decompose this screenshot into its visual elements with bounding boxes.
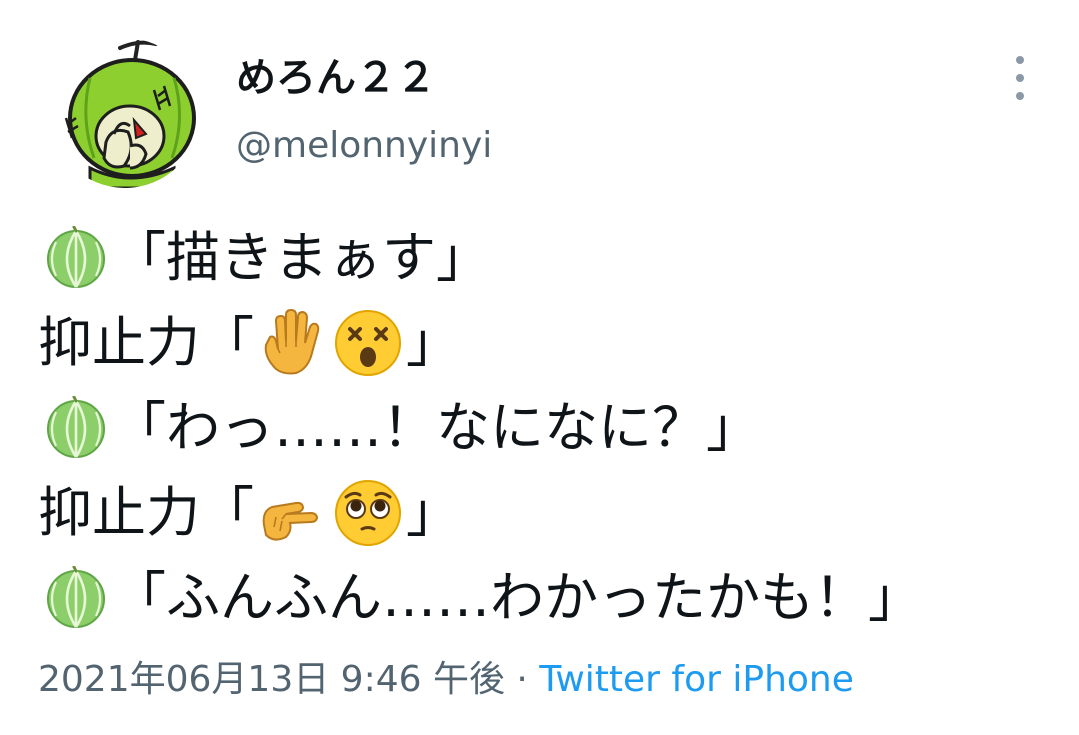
more-options-icon <box>1016 56 1024 64</box>
tweet-line: 「ふんふん……わかったかも！」 <box>38 555 1058 640</box>
melon-emoji-icon <box>44 566 108 630</box>
tweet-line-text: 」 <box>406 310 460 374</box>
more-options-icon-dot <box>1016 74 1024 82</box>
tweet-card: めろん２２ @melonnyinyi 「描きまぁす」 抑止力「 」 「わっ……！… <box>0 0 1079 735</box>
melon-character-avatar-icon <box>64 40 196 188</box>
tweet-timestamp[interactable]: 2021年06月13日 9:46 午後 <box>38 659 505 700</box>
melon-emoji-icon <box>44 226 108 290</box>
tweet-line: 抑止力「 」 <box>38 470 1058 555</box>
tweet-line-text: 「描きまぁす」 <box>112 225 490 289</box>
user-handle[interactable]: @melonnyinyi <box>236 122 492 170</box>
tweet-line-text: 」 <box>406 480 460 544</box>
tweet-line: 抑止力「 」 <box>38 300 1058 385</box>
tweet-meta: 2021年06月13日 9:46 午後 · Twitter for iPhone <box>38 656 854 704</box>
tweet-line-text: 「ふんふん……わかったかも！」 <box>112 565 922 629</box>
tweet-line-text: 「わっ……！なになに？」 <box>112 395 760 459</box>
display-name[interactable]: めろん２２ <box>236 52 436 104</box>
more-options-button[interactable] <box>1000 56 1040 100</box>
tweet-text: 「描きまぁす」 抑止力「 」 「わっ……！なになに？」 抑止力「 」 「ふんふん… <box>38 215 1058 640</box>
melon-emoji-icon <box>44 396 108 460</box>
avatar[interactable] <box>50 38 200 188</box>
tweet-line-text: 抑止力「 <box>38 480 254 544</box>
meta-separator: · <box>504 659 540 700</box>
tweet-line: 「わっ……！なになに？」 <box>38 385 1058 470</box>
source-link[interactable]: Twitter for iPhone <box>539 659 854 700</box>
dizzy-face-emoji-icon <box>335 309 401 376</box>
raised-hand-emoji-icon <box>264 308 320 374</box>
tweet-line-text: 抑止力「 <box>38 310 254 374</box>
more-options-icon-dot <box>1016 92 1024 100</box>
pleading-face-emoji-icon <box>335 479 401 546</box>
tweet-line: 「描きまぁす」 <box>38 215 1058 300</box>
pinching-hand-emoji-icon <box>262 501 319 541</box>
